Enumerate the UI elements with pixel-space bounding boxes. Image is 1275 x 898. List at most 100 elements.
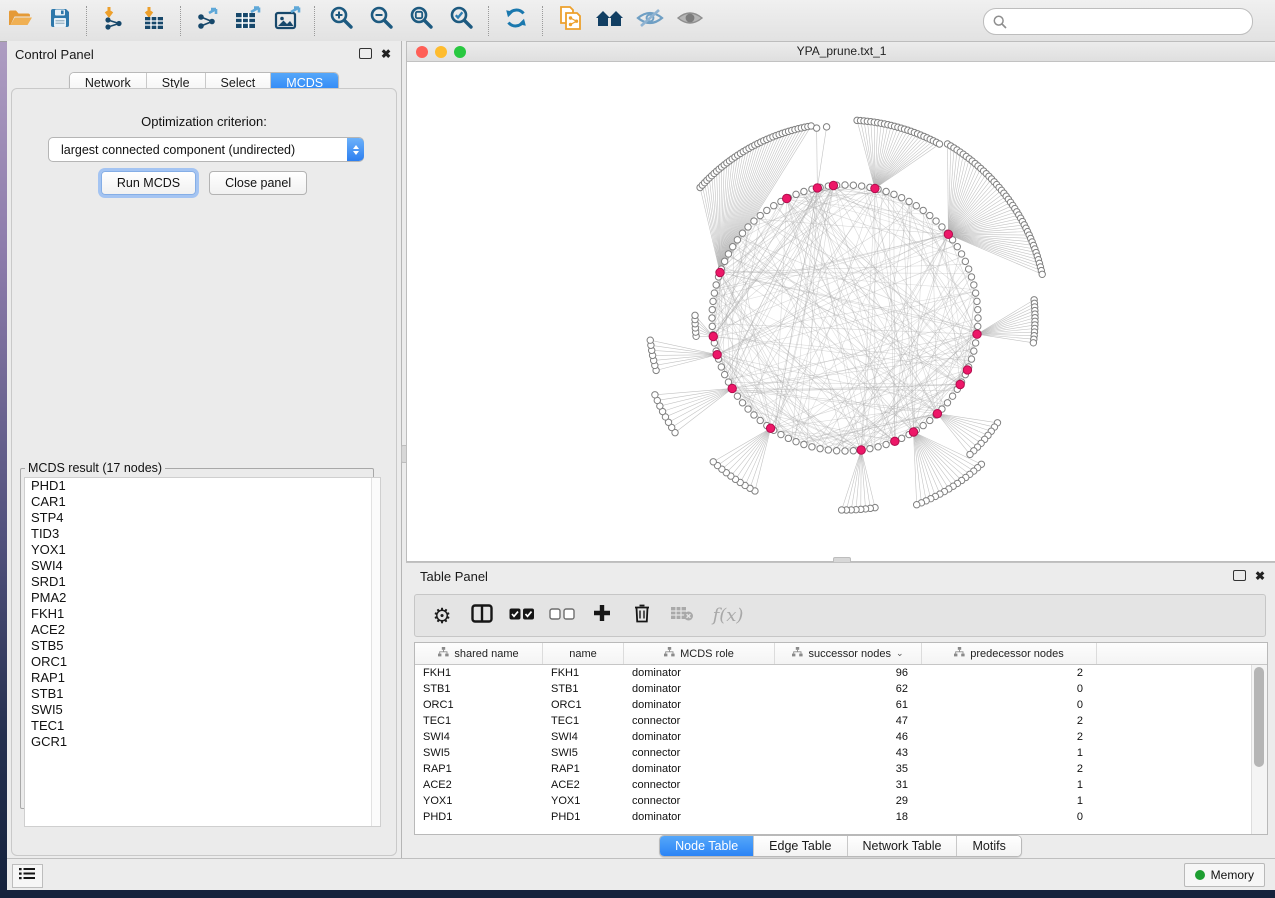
duplicate-network-button[interactable] (550, 4, 590, 38)
close-panel-icon[interactable]: ✖ (1255, 571, 1265, 581)
table-settings-button[interactable]: ⚙ (429, 603, 455, 629)
column-header-shared-name[interactable]: shared name (415, 643, 543, 664)
tab-network-table[interactable]: Network Table (848, 836, 958, 856)
column-header-MCDS-role[interactable]: MCDS role (624, 643, 775, 664)
zoom-in-button[interactable] (322, 4, 362, 38)
mcds-hub-node (716, 268, 724, 276)
export-image-icon (274, 5, 302, 36)
status-bar: Memory (7, 858, 1275, 890)
control-panel: Control Panel ✖ NetworkStyleSelectMCDS O… (7, 41, 402, 859)
table-row[interactable]: SWI5SWI5connector431 (415, 745, 1267, 761)
unchecked-boxes-icon (549, 607, 575, 625)
float-panel-icon[interactable] (1233, 570, 1246, 581)
mcds-node-item[interactable]: STP4 (25, 510, 380, 526)
zoom-selected-button[interactable] (442, 4, 482, 38)
open-folder-icon (7, 8, 33, 33)
cell-name: RAP1 (543, 763, 624, 775)
deselect-all-button[interactable] (549, 603, 575, 629)
export-table-button[interactable] (228, 4, 268, 38)
mcds-node-item[interactable]: SWI5 (25, 702, 380, 718)
mcds-node-item[interactable]: SRD1 (25, 574, 380, 590)
eye-icon (676, 8, 704, 33)
mcds-node-item[interactable]: TEC1 (25, 718, 380, 734)
network-title: YPA_prune.txt_1 (407, 42, 1275, 61)
mcds-node-item[interactable]: TID3 (25, 526, 380, 542)
run-mcds-button[interactable]: Run MCDS (101, 171, 196, 195)
mcds-node-item[interactable]: GCR1 (25, 734, 380, 750)
first-neighbors-button[interactable] (590, 4, 630, 38)
mcds-node-item[interactable]: FKH1 (25, 606, 380, 622)
cell-name: STB1 (543, 683, 624, 695)
column-header-predecessor-nodes[interactable]: predecessor nodes (922, 643, 1097, 664)
tab-edge-table[interactable]: Edge Table (754, 836, 847, 856)
hide-selected-button[interactable] (630, 4, 670, 38)
mcds-node-item[interactable]: STB1 (25, 686, 380, 702)
list-scrollbar[interactable] (371, 478, 380, 826)
table-row[interactable]: TEC1TEC1connector472 (415, 713, 1267, 729)
import-table-button[interactable] (134, 4, 174, 38)
table-row[interactable]: PHD1PHD1dominator180 (415, 809, 1267, 825)
zoom-out-button[interactable] (362, 4, 402, 38)
export-image-button[interactable] (268, 4, 308, 38)
cell-predecessor-nodes: 2 (922, 763, 1097, 775)
float-panel-icon[interactable] (359, 48, 372, 59)
mcds-node-item[interactable]: ORC1 (25, 654, 380, 670)
task-history-button[interactable] (12, 864, 43, 888)
mcds-result-list[interactable]: PHD1CAR1STP4TID3YOX1SWI4SRD1PMA2FKH1ACE2… (24, 477, 381, 827)
mcds-hub-node (891, 437, 899, 445)
network-canvas[interactable] (407, 62, 1275, 560)
table-row[interactable]: YOX1YOX1connector291 (415, 793, 1267, 809)
optimization-criterion-select[interactable]: largest connected component (undirected) (48, 137, 364, 162)
cell-name: ORC1 (543, 699, 624, 711)
refresh-view-button[interactable] (496, 4, 536, 38)
memory-button[interactable]: Memory (1184, 863, 1265, 887)
select-all-button[interactable] (509, 603, 535, 629)
open-session-button[interactable] (0, 4, 40, 38)
zoom-fit-button[interactable] (402, 4, 442, 38)
close-window-icon[interactable] (416, 46, 428, 58)
close-panel-icon[interactable]: ✖ (381, 49, 391, 59)
mcds-node-item[interactable]: RAP1 (25, 670, 380, 686)
mcds-hub-node (909, 428, 917, 436)
search-field[interactable] (983, 8, 1253, 35)
tab-motifs[interactable]: Motifs (957, 836, 1020, 856)
import-network-button[interactable] (94, 4, 134, 38)
mcds-node-item[interactable]: PMA2 (25, 590, 380, 606)
mcds-node-item[interactable]: STB5 (25, 638, 380, 654)
export-network-button[interactable] (188, 4, 228, 38)
column-header-name[interactable]: name (543, 643, 624, 664)
cell-MCDS-role: dominator (624, 683, 775, 695)
table-row[interactable]: FKH1FKH1dominator962 (415, 665, 1267, 681)
add-column-button[interactable] (589, 603, 615, 629)
function-builder-button[interactable]: f(x) (709, 603, 747, 629)
show-all-button[interactable] (670, 4, 710, 38)
table-scrollbar[interactable] (1251, 665, 1267, 834)
gear-icon: ⚙ (433, 605, 452, 627)
mcds-node-item[interactable]: ACE2 (25, 622, 380, 638)
mcds-node-item[interactable]: CAR1 (25, 494, 380, 510)
toggle-column-view-button[interactable] (469, 603, 495, 629)
delete-column-button[interactable] (629, 603, 655, 629)
delete-table-button[interactable] (669, 603, 695, 629)
minimize-window-icon[interactable] (435, 46, 447, 58)
cell-shared-name: SWI4 (415, 731, 543, 743)
table-row[interactable]: RAP1RAP1dominator352 (415, 761, 1267, 777)
function-icon: f(x) (713, 605, 744, 626)
mcds-hub-node (713, 350, 721, 358)
table-row[interactable]: ACE2ACE2connector311 (415, 777, 1267, 793)
table-row[interactable]: SWI4SWI4dominator462 (415, 729, 1267, 745)
columns-icon (471, 604, 493, 628)
tab-node-table[interactable]: Node Table (660, 836, 754, 856)
search-input[interactable] (1013, 14, 1244, 30)
mcds-node-item[interactable]: YOX1 (25, 542, 380, 558)
table-row[interactable]: STB1STB1dominator620 (415, 681, 1267, 697)
column-header-successor-nodes[interactable]: successor nodes⌄ (775, 643, 922, 664)
maximize-window-icon[interactable] (454, 46, 466, 58)
save-session-button[interactable] (40, 4, 80, 38)
table-row[interactable]: ORC1ORC1dominator610 (415, 697, 1267, 713)
scrollbar-thumb[interactable] (1254, 667, 1264, 767)
mcds-node-item[interactable]: PHD1 (25, 478, 380, 494)
mcds-node-item[interactable]: SWI4 (25, 558, 380, 574)
tree-icon (438, 647, 449, 660)
close-panel-button[interactable]: Close panel (209, 171, 307, 195)
